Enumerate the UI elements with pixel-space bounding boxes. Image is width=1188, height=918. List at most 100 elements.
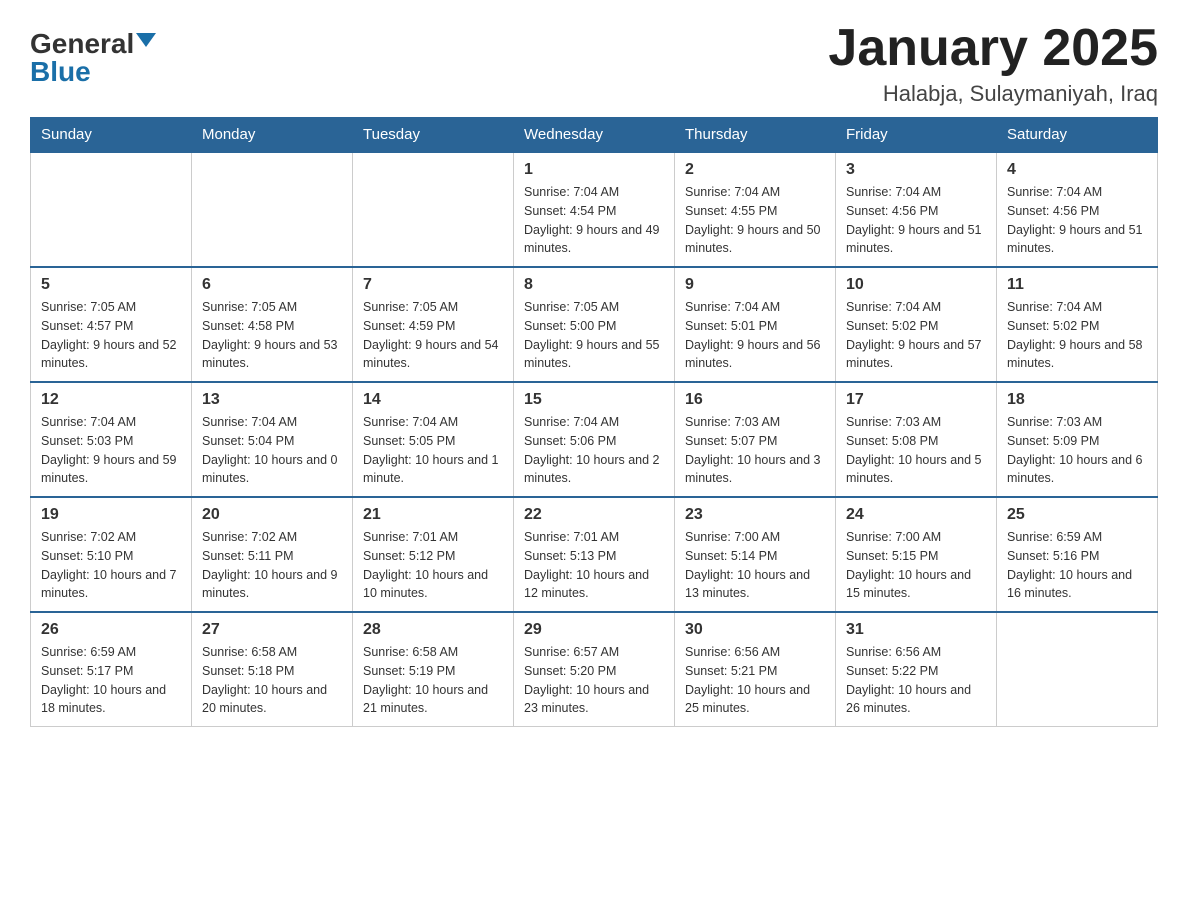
day-info: Sunrise: 7:04 AM Sunset: 4:55 PM Dayligh… [685, 183, 825, 258]
calendar-cell: 29Sunrise: 6:57 AM Sunset: 5:20 PM Dayli… [514, 612, 675, 727]
day-info: Sunrise: 7:04 AM Sunset: 5:04 PM Dayligh… [202, 413, 342, 488]
day-info: Sunrise: 7:04 AM Sunset: 5:01 PM Dayligh… [685, 298, 825, 373]
calendar-cell: 2 Sunrise: 7:04 AM Sunset: 4:55 PM Daylig… [675, 152, 836, 267]
day-number: 10 [846, 276, 986, 294]
day-number: 23 [685, 506, 825, 524]
day-info: Sunrise: 6:59 AM Sunset: 5:16 PM Dayligh… [1007, 528, 1147, 603]
title-block: January 2025 Halabja, Sulaymaniyah, Iraq [828, 20, 1158, 107]
calendar-cell: 10 Sunrise: 7:04 AM Sunset: 5:02 PM Dayli… [836, 267, 997, 382]
calendar-cell: 14 Sunrise: 7:04 AM Sunset: 5:05 PM Dayli… [353, 382, 514, 497]
day-number: 5 [41, 276, 181, 294]
calendar-cell: 21Sunrise: 7:01 AM Sunset: 5:12 PM Dayli… [353, 497, 514, 612]
day-info: Sunrise: 7:01 AM Sunset: 5:13 PM Dayligh… [524, 528, 664, 603]
day-number: 2 [685, 161, 825, 179]
day-of-week-header: Wednesday [514, 118, 675, 153]
calendar-week-row: 1Sunrise: 7:04 AM Sunset: 4:54 PM Daylig… [31, 152, 1158, 267]
day-number: 25 [1007, 506, 1147, 524]
calendar-cell: 24Sunrise: 7:00 AM Sunset: 5:15 PM Dayli… [836, 497, 997, 612]
page-header: General Blue January 2025 Halabja, Sulay… [30, 20, 1158, 107]
calendar-cell: 28 Sunrise: 6:58 AM Sunset: 5:19 PM Dayli… [353, 612, 514, 727]
day-number: 24 [846, 506, 986, 524]
logo: General Blue [30, 30, 156, 86]
day-info: Sunrise: 7:03 AM Sunset: 5:09 PM Dayligh… [1007, 413, 1147, 488]
day-number: 8 [524, 276, 664, 294]
day-number: 30 [685, 621, 825, 639]
calendar-cell: 18 Sunrise: 7:03 AM Sunset: 5:09 PM Dayli… [997, 382, 1158, 497]
calendar-cell: 13 Sunrise: 7:04 AM Sunset: 5:04 PM Dayli… [192, 382, 353, 497]
day-info: Sunrise: 7:04 AM Sunset: 5:05 PM Dayligh… [363, 413, 503, 488]
day-of-week-header: Sunday [31, 118, 192, 153]
day-number: 20 [202, 506, 342, 524]
day-number: 26 [41, 621, 181, 639]
day-info: Sunrise: 6:58 AM Sunset: 5:19 PM Dayligh… [363, 643, 503, 718]
day-info: Sunrise: 7:04 AM Sunset: 5:06 PM Dayligh… [524, 413, 664, 488]
calendar-cell [192, 152, 353, 267]
calendar-cell: 4Sunrise: 7:04 AM Sunset: 4:56 PM Daylig… [997, 152, 1158, 267]
day-info: Sunrise: 7:04 AM Sunset: 4:54 PM Dayligh… [524, 183, 664, 258]
calendar-cell: 23 Sunrise: 7:00 AM Sunset: 5:14 PM Dayli… [675, 497, 836, 612]
day-info: Sunrise: 7:05 AM Sunset: 4:59 PM Dayligh… [363, 298, 503, 373]
calendar-week-row: 26Sunrise: 6:59 AM Sunset: 5:17 PM Dayli… [31, 612, 1158, 727]
day-info: Sunrise: 7:02 AM Sunset: 5:10 PM Dayligh… [41, 528, 181, 603]
day-info: Sunrise: 7:01 AM Sunset: 5:12 PM Dayligh… [363, 528, 503, 603]
day-number: 19 [41, 506, 181, 524]
day-of-week-header: Saturday [997, 118, 1158, 153]
day-number: 7 [363, 276, 503, 294]
day-number: 28 [363, 621, 503, 639]
calendar-cell: 12 Sunrise: 7:04 AM Sunset: 5:03 PM Dayli… [31, 382, 192, 497]
calendar-cell: 30 Sunrise: 6:56 AM Sunset: 5:21 PM Dayli… [675, 612, 836, 727]
day-number: 13 [202, 391, 342, 409]
logo-triangle-icon [136, 33, 156, 47]
calendar-cell: 25 Sunrise: 6:59 AM Sunset: 5:16 PM Dayli… [997, 497, 1158, 612]
calendar-cell: 7 Sunrise: 7:05 AM Sunset: 4:59 PM Daylig… [353, 267, 514, 382]
day-info: Sunrise: 7:05 AM Sunset: 5:00 PM Dayligh… [524, 298, 664, 373]
day-info: Sunrise: 7:04 AM Sunset: 5:03 PM Dayligh… [41, 413, 181, 488]
day-of-week-header: Tuesday [353, 118, 514, 153]
logo-general: General [30, 30, 134, 58]
calendar-header-row: SundayMondayTuesdayWednesdayThursdayFrid… [31, 118, 1158, 153]
calendar-cell [31, 152, 192, 267]
calendar-cell: 11Sunrise: 7:04 AM Sunset: 5:02 PM Dayli… [997, 267, 1158, 382]
calendar-week-row: 12 Sunrise: 7:04 AM Sunset: 5:03 PM Dayli… [31, 382, 1158, 497]
calendar-week-row: 5Sunrise: 7:05 AM Sunset: 4:57 PM Daylig… [31, 267, 1158, 382]
day-info: Sunrise: 7:03 AM Sunset: 5:08 PM Dayligh… [846, 413, 986, 488]
day-number: 17 [846, 391, 986, 409]
calendar-cell [353, 152, 514, 267]
calendar-table: SundayMondayTuesdayWednesdayThursdayFrid… [30, 117, 1158, 727]
day-info: Sunrise: 7:02 AM Sunset: 5:11 PM Dayligh… [202, 528, 342, 603]
calendar-cell: 5Sunrise: 7:05 AM Sunset: 4:57 PM Daylig… [31, 267, 192, 382]
day-info: Sunrise: 6:56 AM Sunset: 5:21 PM Dayligh… [685, 643, 825, 718]
day-info: Sunrise: 7:03 AM Sunset: 5:07 PM Dayligh… [685, 413, 825, 488]
day-number: 12 [41, 391, 181, 409]
calendar-cell: 3Sunrise: 7:04 AM Sunset: 4:56 PM Daylig… [836, 152, 997, 267]
day-info: Sunrise: 6:56 AM Sunset: 5:22 PM Dayligh… [846, 643, 986, 718]
calendar-cell: 17 Sunrise: 7:03 AM Sunset: 5:08 PM Dayli… [836, 382, 997, 497]
day-number: 14 [363, 391, 503, 409]
day-info: Sunrise: 7:05 AM Sunset: 4:58 PM Dayligh… [202, 298, 342, 373]
day-info: Sunrise: 7:04 AM Sunset: 5:02 PM Dayligh… [846, 298, 986, 373]
calendar-cell: 26Sunrise: 6:59 AM Sunset: 5:17 PM Dayli… [31, 612, 192, 727]
day-of-week-header: Thursday [675, 118, 836, 153]
day-of-week-header: Friday [836, 118, 997, 153]
day-number: 11 [1007, 276, 1147, 294]
calendar-cell: 19 Sunrise: 7:02 AM Sunset: 5:10 PM Dayli… [31, 497, 192, 612]
day-info: Sunrise: 6:58 AM Sunset: 5:18 PM Dayligh… [202, 643, 342, 718]
day-number: 3 [846, 161, 986, 179]
calendar-cell: 6 Sunrise: 7:05 AM Sunset: 4:58 PM Daylig… [192, 267, 353, 382]
day-number: 16 [685, 391, 825, 409]
day-number: 6 [202, 276, 342, 294]
day-number: 18 [1007, 391, 1147, 409]
day-number: 27 [202, 621, 342, 639]
calendar-cell: 27 Sunrise: 6:58 AM Sunset: 5:18 PM Dayli… [192, 612, 353, 727]
location-title: Halabja, Sulaymaniyah, Iraq [828, 81, 1158, 107]
calendar-week-row: 19 Sunrise: 7:02 AM Sunset: 5:10 PM Dayli… [31, 497, 1158, 612]
day-number: 15 [524, 391, 664, 409]
calendar-cell: 1Sunrise: 7:04 AM Sunset: 4:54 PM Daylig… [514, 152, 675, 267]
day-number: 4 [1007, 161, 1147, 179]
calendar-cell: 22 Sunrise: 7:01 AM Sunset: 5:13 PM Dayli… [514, 497, 675, 612]
calendar-cell: 9Sunrise: 7:04 AM Sunset: 5:01 PM Daylig… [675, 267, 836, 382]
day-number: 22 [524, 506, 664, 524]
calendar-cell [997, 612, 1158, 727]
day-info: Sunrise: 7:00 AM Sunset: 5:14 PM Dayligh… [685, 528, 825, 603]
calendar-cell: 31Sunrise: 6:56 AM Sunset: 5:22 PM Dayli… [836, 612, 997, 727]
